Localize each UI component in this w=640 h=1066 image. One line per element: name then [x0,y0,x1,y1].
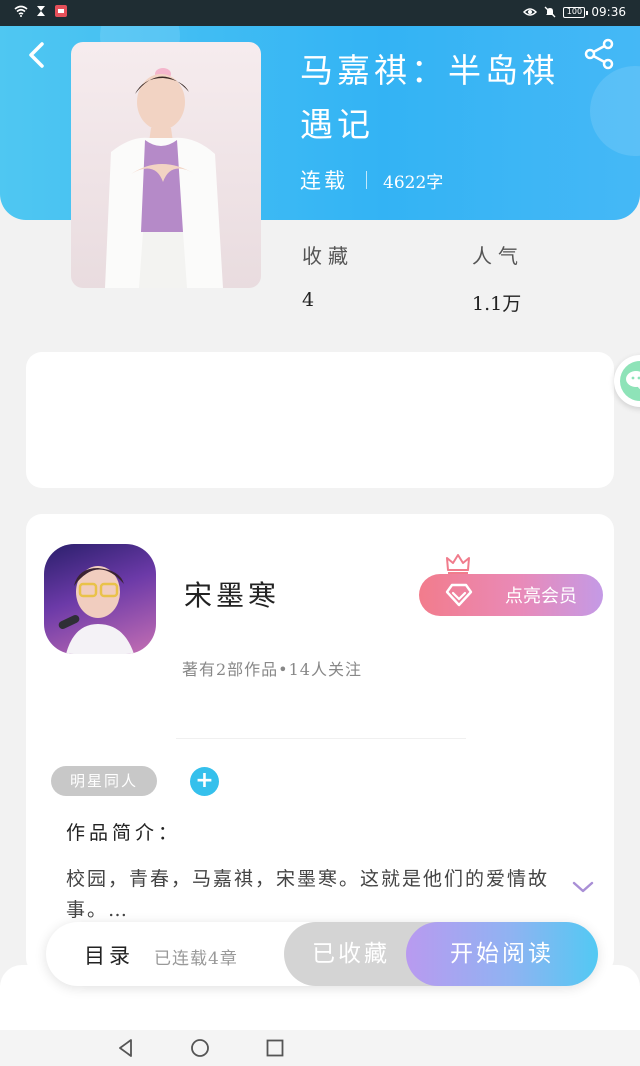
serial-status: 连载 [300,169,348,193]
start-reading-button[interactable]: 开始阅读 [406,922,598,986]
book-cover[interactable] [71,42,261,288]
nav-recent-icon[interactable] [266,1039,284,1057]
divider [176,738,466,739]
avatar-illustration [58,566,134,654]
add-tag-button[interactable]: + [190,767,219,796]
battery-level: 100 [566,6,583,16]
book-title: 马嘉祺：半岛祺遇记 [300,51,559,144]
nav-home-icon[interactable] [190,1038,210,1058]
wifi-icon [14,5,28,17]
popularity-label: 人气 [472,244,524,268]
intro-label: 作品简介： [66,822,182,844]
nav-back-icon[interactable] [116,1038,136,1058]
back-icon[interactable] [22,40,52,70]
chevron-down-icon[interactable] [572,880,594,894]
app-notification-icon [55,5,67,17]
crown-icon [446,554,470,574]
eye-icon [523,8,538,16]
diamond-icon [445,583,473,607]
mute-icon [544,6,556,18]
popularity-stat: 人气 1.1万 [472,240,524,316]
favorites-value: 4 [302,289,315,311]
vip-button[interactable]: 点亮会员 [419,574,603,616]
author-card: 宋墨寒 点亮会员 著有2部作品•14人关注 明星同人 + 作品简介： 校园，青春… [26,514,614,974]
vip-button-label: 点亮会员 [505,586,577,607]
cover-illustration [105,68,223,288]
book-status-row: 连载 4622字 [300,165,443,195]
author-avatar[interactable] [44,544,156,654]
share-icon[interactable] [584,38,616,70]
battery-icon: 100 [563,6,589,18]
tag-chip[interactable]: 明星同人 [51,766,157,796]
intro-text: 校园，青春，马嘉祺，宋墨寒。这就是他们的爱情故事。… [66,868,550,921]
status-divider [366,171,367,189]
toc-button[interactable]: 目录 [84,940,134,970]
wechat-float-button[interactable] [614,355,640,407]
chapter-count: 已连载4章 [154,949,238,969]
author-name[interactable]: 宋墨寒 [184,574,280,614]
placeholder-card [26,352,614,488]
author-meta: 著有2部作品•14人关注 [182,660,362,679]
decor-bubble [590,66,640,156]
favorites-stat: 收藏 4 [302,240,354,311]
favorites-label: 收藏 [302,244,354,268]
action-bar: 目录 已连载4章 已收藏 开始阅读 [46,922,598,986]
wechat-icon [620,361,640,401]
clock: 09:36 [591,5,626,19]
word-count: 4622字 [383,172,444,193]
popularity-value: 1.1万 [472,293,522,315]
plus-icon: + [195,768,214,793]
system-nav-bar [0,1030,640,1066]
status-bar: 100 09:36 [0,0,640,26]
hourglass-icon [37,6,45,16]
